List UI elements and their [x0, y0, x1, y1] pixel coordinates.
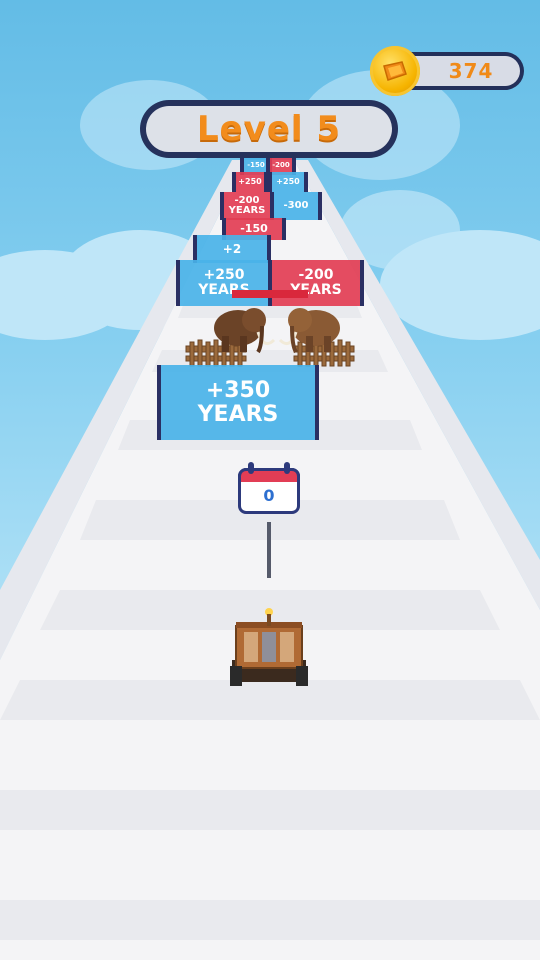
level-banner-inner: Level 5	[146, 106, 392, 152]
coin-icon	[370, 46, 420, 96]
game-scene: -150 -200 +250 +250 -200 YEARS -300 -150…	[0, 0, 540, 960]
level-title: Level 5	[196, 109, 342, 149]
wooden-cart	[230, 608, 308, 686]
coin-count: 374	[448, 59, 494, 83]
level-banner: Level 5	[140, 100, 398, 158]
